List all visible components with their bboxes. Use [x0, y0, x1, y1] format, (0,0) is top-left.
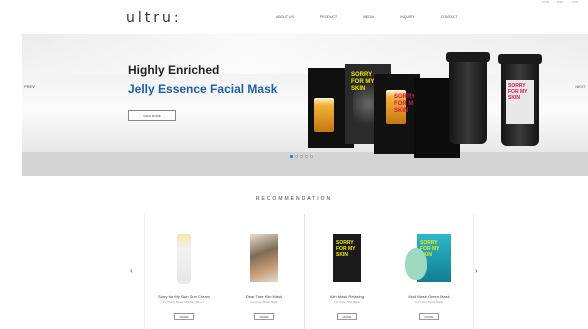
slide-dot-4[interactable] [305, 155, 308, 158]
hero-cup-labeled: SORRY FOR MY SKIN [498, 54, 542, 146]
slide-dot-1[interactable] [290, 155, 293, 158]
slide-dot-5[interactable] [310, 155, 313, 158]
product-card[interactable]: SORRY FOR MY SKIN Mud Mask Green Mask Fo… [389, 214, 469, 329]
product-name[interactable]: Kiln Mask Relaxing [307, 294, 387, 299]
cup-lid-2 [498, 54, 542, 64]
kiln-mask-pack: SORRY FOR MY SKIN [333, 234, 361, 282]
cup-body [449, 62, 487, 144]
slide-dot-2[interactable] [295, 155, 298, 158]
nav-product[interactable]: PRODUCT [320, 15, 337, 19]
lang-chn[interactable]: CHN [572, 0, 579, 4]
product-image[interactable]: SORRY FOR MY SKIN [405, 232, 451, 286]
recommendation-carousel: Sorry for My Skin Sun Cream For Face Bod… [144, 214, 474, 329]
cup-label-text: SORRY FOR MY SKIN [508, 83, 528, 101]
hero-prev-label: PREV [24, 84, 35, 89]
product-name[interactable]: Dear Tree Kiln Mask [224, 294, 304, 299]
sun-cream-tube [177, 234, 191, 284]
product-more-button[interactable]: MORE [254, 313, 274, 320]
product-card[interactable]: Sorry for My Skin Sun Cream For Face Bod… [144, 214, 224, 329]
main-nav: ABOUT US PRODUCT MEDIA INQUIRY CONTACT [276, 15, 483, 19]
hero-title-line2: Jelly Essence Facial Mask [128, 82, 278, 96]
hero-cup-plain [446, 52, 490, 144]
product-card[interactable]: Dear Tree Kiln Mask For Face Moist Mask … [224, 214, 304, 329]
mask-face-image [405, 248, 427, 280]
product-more-button[interactable]: MORE [174, 313, 194, 320]
carousel-border-right [473, 214, 474, 329]
nav-inquiry[interactable]: INQUIRY [400, 15, 415, 19]
hero-prev-button[interactable]: PREV [24, 84, 35, 89]
product-name[interactable]: Sorry for My Skin Sun Cream [144, 294, 224, 299]
product-subtitle: For Face Moist Mask [414, 300, 443, 304]
carousel-divider [304, 214, 305, 329]
hero-banner: PREV NEXT Highly Enriched Jelly Essence … [22, 34, 588, 176]
product-image[interactable] [244, 232, 284, 286]
hero-slide-indicator [290, 155, 313, 158]
nav-media[interactable]: MEDIA [363, 15, 374, 19]
product-subtitle: For Face Soft Mask [333, 300, 361, 304]
cup-label: SORRY FOR MY SKIN [506, 80, 534, 124]
product-more-button[interactable]: MORE [419, 313, 439, 320]
slide-dot-3[interactable] [300, 155, 303, 158]
lang-eng[interactable]: ENG [557, 0, 564, 4]
carousel-next-button[interactable]: › [475, 266, 478, 275]
product-subtitle: For Face Moist Mask [249, 300, 278, 304]
product-name[interactable]: Mud Mask Green Mask [389, 294, 469, 299]
product-card[interactable]: SORRY FOR MY SKIN Kiln Mask Relaxing For… [307, 214, 387, 329]
dear-tree-mask-pack [250, 234, 278, 282]
nav-about-us[interactable]: ABOUT US [276, 15, 294, 19]
hero-view-more-button[interactable]: VIEW MORE [128, 110, 176, 121]
hero-next-label: NEXT [575, 84, 586, 89]
language-switcher: KOR ENG CHN [542, 0, 578, 4]
lang-kor[interactable]: KOR [542, 0, 549, 4]
recommendation-title: RECOMMENDATION [255, 196, 333, 202]
product-image[interactable] [164, 232, 204, 286]
logo[interactable]: ultru: [126, 10, 182, 26]
pack-brand-text: SORRY FOR MY SKIN [351, 72, 375, 92]
hero-next-button[interactable]: NEXT [575, 84, 586, 89]
kiln-pack-text: SORRY FOR MY SKIN [336, 240, 356, 258]
cup-lid [446, 52, 490, 62]
product-subtitle: For Face Body SPF50+ PA+++ [163, 300, 205, 304]
product-image[interactable]: SORRY FOR MY SKIN [327, 232, 367, 286]
beer-glass-image [314, 98, 334, 132]
carousel-prev-button[interactable]: ‹ [130, 266, 133, 275]
product-more-button[interactable]: MORE [337, 313, 357, 320]
hero-title-line1: Highly Enriched [128, 63, 220, 77]
nav-contact[interactable]: CONTACT [441, 15, 458, 19]
